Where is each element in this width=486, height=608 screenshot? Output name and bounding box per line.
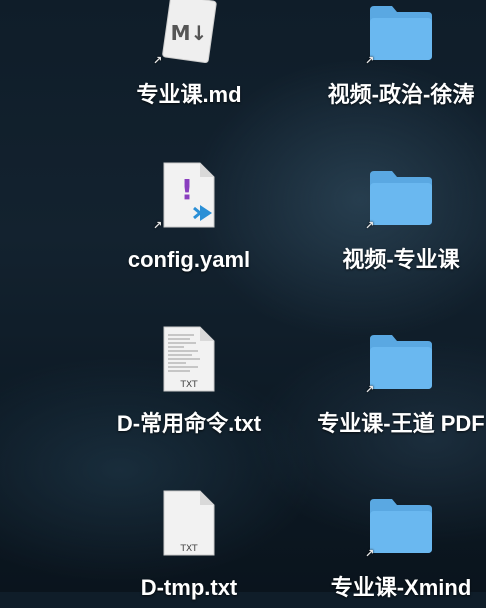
txt-badge: TXT — [179, 544, 198, 554]
alias-arrow-icon: ↗ — [365, 55, 375, 67]
alias-arrow-icon: ↗ — [153, 55, 163, 67]
alias-arrow-icon: ↗ — [365, 548, 375, 560]
folder-label: 专业课-王道 PDF — [317, 411, 485, 436]
folder-label: 专业课-Xmind — [330, 575, 472, 600]
text-document-icon: TXT — [154, 325, 224, 397]
folder-label: 视频-专业课 — [342, 247, 460, 272]
desktop-item-markdown[interactable]: M↓ ↗ 专业课.md — [94, 0, 284, 115]
desktop-item-folder[interactable]: ↗ 视频-政治-徐涛 — [306, 0, 486, 115]
desktop-item-text-file[interactable]: TXT D-tmp.txt — [94, 490, 284, 608]
folder-label: 视频-政治-徐涛 — [327, 82, 475, 107]
file-label: config.yaml — [127, 247, 251, 272]
desktop-item-folder[interactable]: ↗ 专业课-王道 PDF — [306, 329, 486, 444]
alias-arrow-icon: ↗ — [365, 384, 375, 396]
alias-arrow-icon: ↗ — [365, 220, 375, 232]
alias-arrow-icon: ↗ — [153, 220, 163, 232]
txt-badge: TXT — [179, 380, 198, 390]
markdown-badge: M↓ — [171, 21, 208, 45]
yaml-badge: ! — [181, 173, 194, 206]
file-label: D-常用命令.txt — [116, 411, 262, 436]
desktop-item-text-file[interactable]: TXT D-常用命令.txt — [94, 326, 284, 444]
desktop-item-yaml[interactable]: ! ↗ config.yaml — [94, 162, 284, 280]
file-label: 专业课.md — [136, 82, 242, 107]
desktop-item-folder[interactable]: ↗ 视频-专业课 — [306, 165, 486, 280]
text-document-icon: TXT — [154, 489, 224, 561]
desktop-item-folder[interactable]: ↗ 专业课-Xmind — [306, 493, 486, 608]
desktop: M↓ ↗ 专业课.md ↗ 视频-政治-徐涛 ! ↗ config.yaml ↗… — [0, 0, 486, 600]
file-label: D-tmp.txt — [140, 575, 238, 600]
